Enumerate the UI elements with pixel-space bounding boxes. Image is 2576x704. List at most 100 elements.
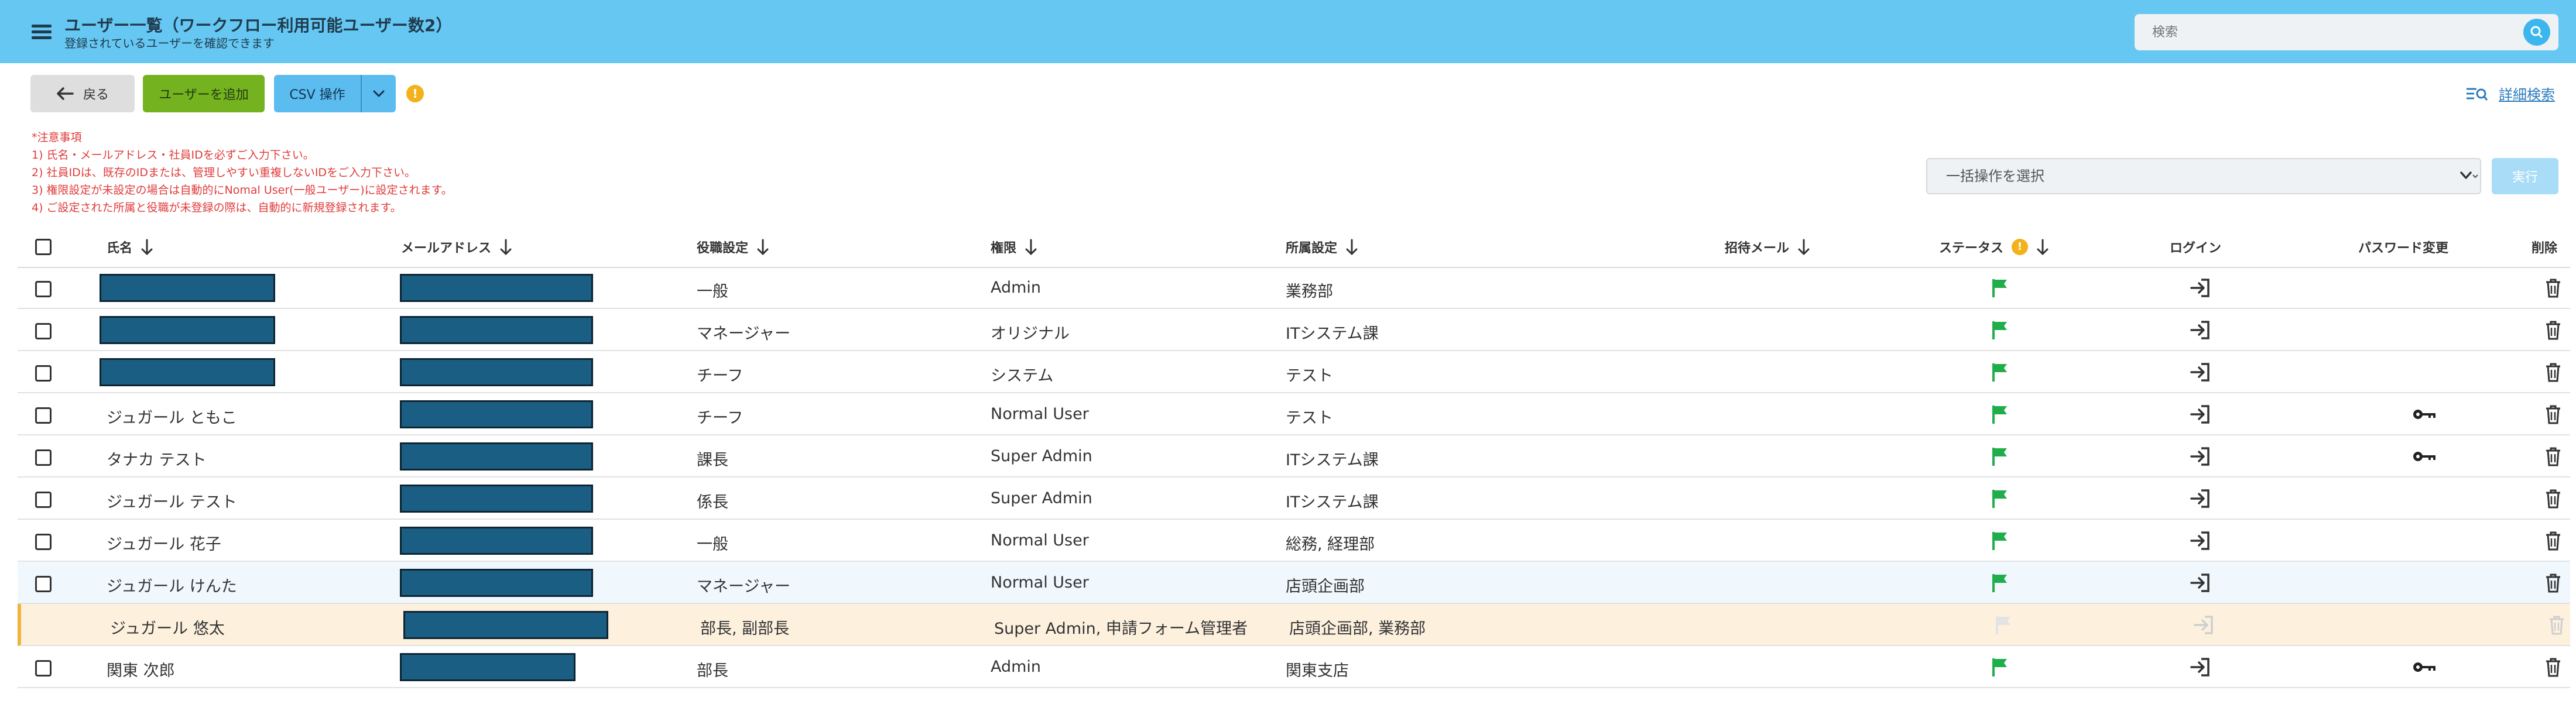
column-header-position[interactable]: 役職設定 — [697, 238, 769, 256]
flag-icon[interactable] — [1991, 404, 2009, 425]
trash-icon[interactable] — [2544, 530, 2562, 551]
trash-icon[interactable] — [2544, 404, 2562, 425]
info-icon[interactable]: ! — [2012, 239, 2029, 255]
user-department: ITシステム課 — [1286, 451, 1379, 469]
user-position: チーフ — [697, 367, 744, 385]
row-checkbox[interactable] — [35, 449, 52, 466]
table-row[interactable]: タナカ テスト 課長 Super Admin ITシステム課 — [18, 435, 2570, 478]
key-icon[interactable] — [2412, 406, 2438, 423]
row-checkbox[interactable] — [35, 407, 52, 424]
login-icon[interactable] — [2190, 446, 2212, 467]
row-checkbox[interactable] — [35, 365, 52, 382]
user-role: Normal User — [991, 573, 1089, 592]
row-checkbox[interactable] — [35, 281, 52, 297]
flag-icon[interactable] — [1991, 572, 2009, 593]
login-icon[interactable] — [2190, 657, 2212, 678]
row-checkbox[interactable] — [35, 534, 52, 550]
column-label: 氏名 — [107, 241, 133, 256]
table-row[interactable]: ジュガール テスト 係長 Super Admin ITシステム課 — [18, 478, 2570, 520]
user-position: 一般 — [697, 535, 728, 554]
column-header-invite[interactable]: 招待メール — [1725, 238, 1810, 256]
user-name[interactable]: 関東 次郎 — [107, 658, 175, 681]
row-checkbox[interactable] — [35, 323, 52, 339]
table-row[interactable]: マネージャー オリジナル ITシステム課 — [18, 309, 2570, 351]
table-row[interactable]: 関東 次郎 部長 Admin 関東支店 — [18, 646, 2570, 688]
column-header-email[interactable]: メールアドレス — [401, 238, 512, 256]
column-label: 招待メール — [1725, 241, 1790, 256]
user-name[interactable]: ジュガール テスト — [107, 489, 237, 512]
user-name[interactable]: ジュガール けんた — [107, 573, 237, 596]
flag-icon[interactable] — [1994, 614, 2013, 636]
table-row[interactable]: チーフ システム テスト — [18, 351, 2570, 393]
email-redacted — [400, 358, 593, 386]
user-department: 店頭企画部 — [1286, 578, 1365, 596]
table-row[interactable]: ジュガール 悠太 部長, 副部長 Super Admin, 申請フォーム管理者 店頭企… — [18, 604, 2570, 646]
column-header-name[interactable]: 氏名 — [107, 238, 153, 256]
trash-icon[interactable] — [2548, 614, 2565, 636]
search-icon — [2530, 26, 2543, 38]
select-all-checkbox[interactable] — [35, 239, 52, 255]
back-label: 戻る — [83, 88, 109, 102]
flag-icon[interactable] — [1991, 277, 2009, 298]
trash-icon[interactable] — [2544, 320, 2562, 341]
flag-icon[interactable] — [1991, 530, 2009, 551]
add-user-button[interactable]: ユーザーを追加 — [143, 75, 265, 112]
trash-icon[interactable] — [2544, 657, 2562, 678]
trash-icon[interactable] — [2544, 362, 2562, 383]
flag-icon[interactable] — [1991, 488, 2009, 509]
hamburger-icon[interactable] — [32, 25, 52, 40]
column-header-department[interactable]: 所属設定 — [1286, 238, 1358, 256]
login-icon[interactable] — [2190, 404, 2212, 425]
table-row[interactable]: ジュガール けんた マネージャー Normal User 店頭企画部 — [18, 562, 2570, 604]
csv-label: CSV 操作 — [289, 88, 345, 102]
execute-button[interactable]: 実行 — [2492, 158, 2558, 194]
user-name[interactable]: ジュガール 悠太 — [110, 616, 225, 638]
flag-icon[interactable] — [1991, 362, 2009, 383]
key-icon[interactable] — [2412, 659, 2438, 675]
login-icon[interactable] — [2190, 572, 2212, 593]
trash-icon[interactable] — [2544, 446, 2562, 467]
row-checkbox[interactable] — [35, 576, 52, 592]
csv-dropdown-toggle[interactable] — [361, 75, 396, 112]
user-department: ITシステム課 — [1286, 325, 1379, 343]
app-header: ユーザー一覧（ワークフロー利用可能ユーザー数2） 登録されているユーザーを確認で… — [0, 0, 2576, 63]
row-checkbox[interactable] — [35, 492, 52, 508]
login-icon[interactable] — [2190, 277, 2212, 298]
column-header-status[interactable]: ステータス ! — [1939, 238, 2049, 256]
email-redacted — [403, 611, 608, 639]
bulk-action-select[interactable]: 一括操作を選択 — [1926, 158, 2481, 194]
advanced-search-link[interactable]: 詳細検索 — [2499, 83, 2576, 103]
trash-icon[interactable] — [2544, 572, 2562, 593]
info-icon[interactable]: ! — [406, 85, 424, 102]
user-name[interactable]: ジュガール 花子 — [107, 531, 221, 554]
column-header-role[interactable]: 権限 — [991, 238, 1037, 256]
table-row[interactable]: ジュガール 花子 一般 Normal User 総務, 経理部 — [18, 520, 2570, 562]
login-icon[interactable] — [2190, 362, 2212, 383]
column-header-password: パスワード変更 — [2358, 238, 2448, 256]
row-checkbox[interactable] — [35, 660, 52, 676]
csv-operation-button[interactable]: CSV 操作 — [274, 75, 361, 112]
trash-icon[interactable] — [2544, 277, 2562, 298]
user-position: 課長 — [697, 451, 728, 469]
table-row[interactable]: 一般 Admin 業務部 — [18, 267, 2570, 309]
search-button[interactable] — [2523, 19, 2550, 46]
user-name[interactable]: タナカ テスト — [107, 447, 207, 470]
key-icon[interactable] — [2412, 448, 2438, 465]
back-button[interactable]: 戻る — [30, 75, 135, 112]
column-label: メールアドレス — [401, 241, 492, 256]
user-department: 総務, 経理部 — [1286, 535, 1375, 554]
search-input[interactable] — [2151, 21, 2505, 43]
trash-icon[interactable] — [2544, 488, 2562, 509]
flag-icon[interactable] — [1991, 446, 2009, 467]
table-row[interactable]: ジュガール ともこ チーフ Normal User テスト — [18, 393, 2570, 435]
flag-icon[interactable] — [1991, 657, 2009, 678]
user-department: 関東支店 — [1286, 662, 1349, 680]
flag-icon[interactable] — [1991, 320, 2009, 341]
column-header-login: ログイン — [2170, 238, 2221, 256]
user-name[interactable]: ジュガール ともこ — [107, 405, 237, 428]
arrow-down-icon — [141, 239, 153, 255]
login-icon[interactable] — [2190, 530, 2212, 551]
login-icon[interactable] — [2193, 614, 2215, 636]
login-icon[interactable] — [2190, 320, 2212, 341]
login-icon[interactable] — [2190, 488, 2212, 509]
